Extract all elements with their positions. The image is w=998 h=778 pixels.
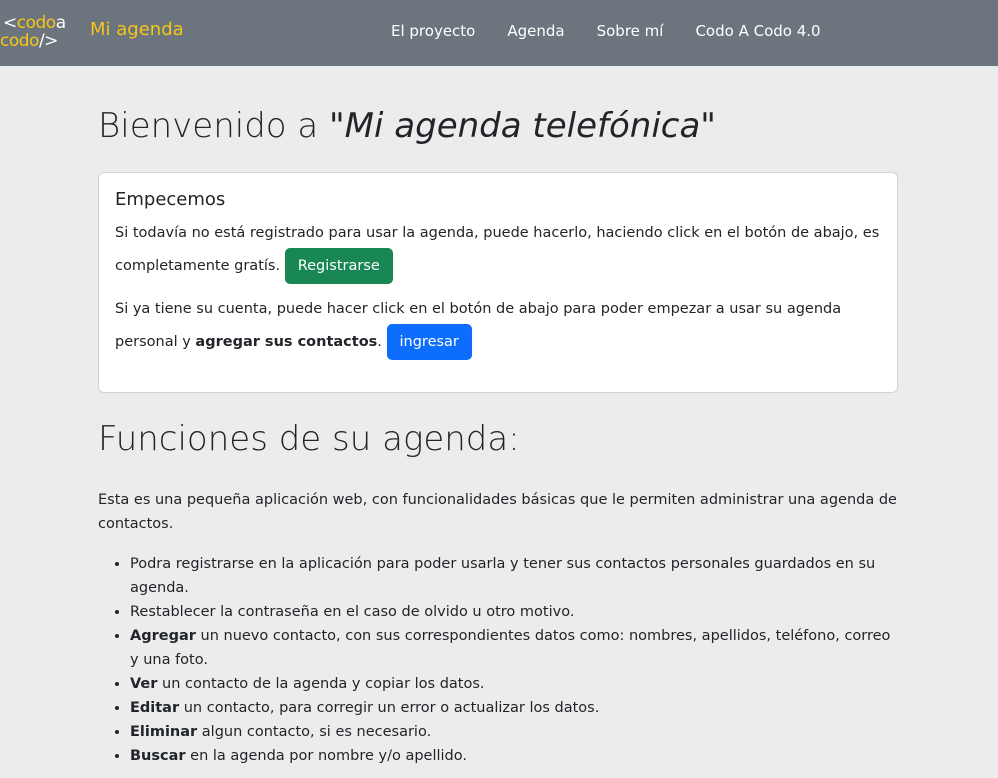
feature-item: Editar un contacto, para corregir un err…	[130, 696, 898, 720]
feature-text: un nuevo contacto, con sus correspondien…	[130, 627, 891, 668]
feature-bold: Ver	[130, 675, 158, 692]
getting-started-card: Empecemos Si todavía no está registrado …	[98, 171, 898, 393]
feature-bold: Buscar	[130, 747, 186, 764]
logo-letter-a: a	[55, 13, 66, 33]
feature-text: un contacto, para corregir un error o ac…	[179, 699, 600, 716]
feature-item: Restablecer la contraseña en el caso de …	[130, 600, 898, 624]
register-text: Si todavía no está registrado para usar …	[115, 224, 880, 274]
feature-item: Eliminar algun contacto, si es necesario…	[130, 720, 898, 744]
brand-title[interactable]: Mi agenda	[90, 19, 184, 40]
nav-link-codo-a-codo[interactable]: Codo A Codo 4.0	[695, 22, 820, 40]
logo-word-2: codo	[0, 31, 39, 51]
feature-bold: Eliminar	[130, 723, 198, 740]
welcome-prefix: Bienvenido a	[98, 106, 330, 146]
register-paragraph: Si todavía no está registrado para usar …	[115, 218, 881, 284]
nav-links: El proyecto Agenda Sobre mí Codo A Codo …	[391, 22, 821, 40]
navbar: <codoa codo/> Mi agenda El proyecto Agen…	[0, 0, 998, 66]
feature-text: Restablecer la contraseña en el caso de …	[130, 603, 575, 620]
nav-link-el-proyecto[interactable]: El proyecto	[391, 22, 475, 40]
logo-close-tag: />	[38, 31, 58, 51]
feature-item: Ver un contacto de la agenda y copiar lo…	[130, 672, 898, 696]
app-name: "Mi agenda telefónica"	[329, 106, 716, 146]
functions-heading: Funciones de su agenda:	[98, 418, 520, 459]
logo-line-1: <codoa	[3, 14, 66, 32]
logo-word-1: codo	[16, 13, 56, 33]
main-content: Bienvenido a "Mi agenda telefónica" Empe…	[98, 66, 898, 768]
login-button[interactable]: ingresar	[386, 323, 472, 360]
card-title: Empecemos	[115, 188, 226, 210]
welcome-heading: Bienvenido a "Mi agenda telefónica"	[98, 106, 898, 147]
feature-bold: Editar	[130, 699, 180, 716]
functions-intro: Esta es una pequeña aplicación web, con …	[98, 491, 897, 532]
feature-item: Buscar en la agenda por nombre y/o apell…	[130, 744, 898, 768]
nav-link-sobre-mi[interactable]: Sobre mí	[597, 22, 664, 40]
feature-item: Podra registrarse en la aplicación para …	[130, 552, 898, 600]
feature-text: algun contacto, si es necesario.	[197, 723, 432, 740]
feature-text: un contacto de la agenda y copiar los da…	[157, 675, 485, 692]
login-bold-text: agregar sus contactos	[195, 333, 378, 350]
feature-text: Podra registrarse en la aplicación para …	[130, 555, 876, 596]
feature-text: en la agenda por nombre y/o apellido.	[185, 747, 467, 764]
login-text-end: .	[377, 333, 382, 350]
register-button[interactable]: Registrarse	[284, 247, 393, 284]
login-paragraph: Si ya tiene su cuenta, puede hacer click…	[115, 294, 881, 360]
codoacodo-logo[interactable]: <codoa codo/>	[0, 14, 80, 54]
logo-bracket: <	[3, 13, 17, 33]
nav-link-agenda[interactable]: Agenda	[507, 22, 564, 40]
logo-line-2: codo/>	[0, 32, 58, 50]
feature-item: Agregar un nuevo contacto, con sus corre…	[130, 624, 898, 672]
feature-bold: Agregar	[130, 627, 196, 644]
features-list: Podra registrarse en la aplicación para …	[98, 552, 898, 768]
